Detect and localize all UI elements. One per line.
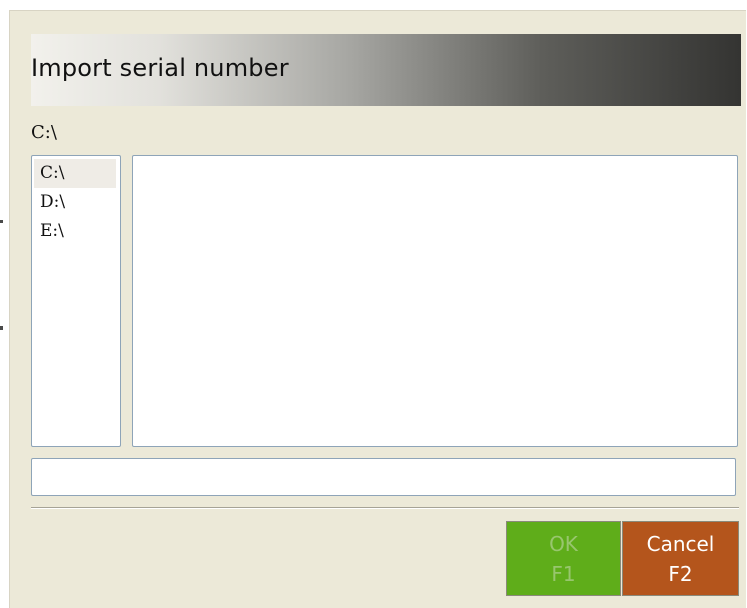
drive-item-c[interactable]: C:\	[34, 159, 116, 188]
drive-item-d[interactable]: D:\	[34, 188, 116, 217]
file-list[interactable]	[132, 155, 738, 447]
cancel-button-label: Cancel	[646, 532, 715, 556]
separator-line	[31, 507, 739, 509]
drive-item-e[interactable]: E:\	[34, 217, 116, 246]
filename-input[interactable]	[31, 458, 736, 496]
ok-button[interactable]: OK F1	[506, 521, 621, 596]
drive-list[interactable]: C:\ D:\ E:\	[31, 155, 121, 447]
cancel-button-shortcut: F2	[668, 562, 693, 586]
window-edge-mark	[0, 326, 3, 330]
dialog-title: Import serial number	[31, 54, 289, 82]
ok-button-shortcut: F1	[551, 562, 576, 586]
window-edge-mark	[0, 220, 3, 223]
ok-button-label: OK	[549, 532, 578, 556]
import-serial-dialog: Import serial number C:\ C:\ D:\ E:\ OK …	[9, 10, 746, 608]
current-path-label: C:\	[31, 122, 57, 143]
cancel-button[interactable]: Cancel F2	[622, 521, 739, 596]
dialog-title-bar: Import serial number	[31, 34, 741, 106]
